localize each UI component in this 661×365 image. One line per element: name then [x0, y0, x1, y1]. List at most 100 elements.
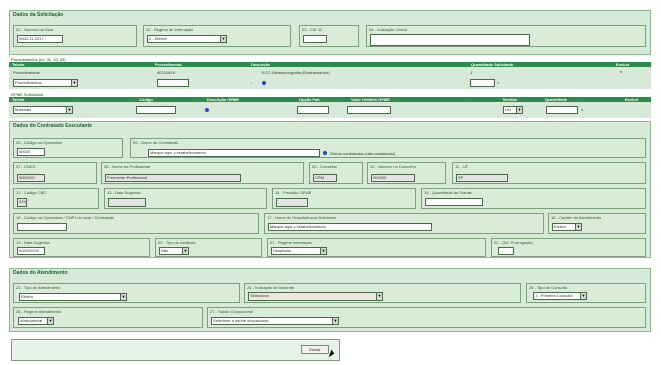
outros-contratados-label: Outros contratados (não cadastrado): [330, 151, 396, 156]
nome-contratado-input[interactable]: Marque aqui o estabelecimento: [148, 149, 320, 157]
nome-contratado-label: 06 - Nome do Contratado: [133, 140, 179, 145]
numero-guia-input[interactable]: 0000-11-2017: [17, 35, 63, 43]
opme-tabela-select[interactable]: Materiais ▼: [13, 106, 73, 114]
search-icon[interactable]: ⌕: [581, 107, 583, 112]
radio-icon[interactable]: [205, 108, 209, 112]
conselho-label: 09 - Conselho: [312, 164, 337, 169]
codigo-operadora-label: 05 - Código na Operadora: [16, 140, 63, 145]
footer-bar: [11, 339, 340, 361]
tipo-consulta-label: 25 - Tipo de Consulta: [529, 285, 568, 290]
opme-quantidade-input[interactable]: [546, 106, 578, 114]
opme-valor-input[interactable]: [347, 106, 391, 114]
cnpj-prestador-box: 16 - Código na Operadora / CNPJ do local…: [13, 213, 259, 234]
uf-label: 11 - UF: [455, 164, 469, 169]
solicitacao-title: Dados da Solicitação: [13, 12, 64, 18]
regime-internacao-select[interactable]: Hospitalar ▼: [271, 247, 327, 255]
cid-input[interactable]: [303, 35, 327, 43]
tipo-consulta-select[interactable]: 1 - Primeira Consulta ▼: [533, 292, 587, 300]
cnes-box: 07 - CNES 0000000: [13, 162, 97, 184]
qtd-diarias-label: 15 - Quantidade de Diárias: [424, 190, 472, 195]
contratado-title: Dados do Contratado Executante: [13, 123, 92, 129]
opme-codigo-input[interactable]: [136, 106, 176, 114]
data-sugerida-int-label: 19 - Data Sugerida: [16, 240, 50, 245]
data-sugerida-int-box: 19 - Data Sugerida 00/00/0000: [13, 238, 150, 257]
regime-internacao-box: 21 - Regime Internação Hospitalar ▼: [267, 238, 486, 257]
chevron-down-icon: ▼: [182, 248, 188, 254]
indicacao-acidente-select[interactable]: Selecionar ▼: [248, 292, 383, 301]
numero-conselho-label: 10 - Número no Conselho: [370, 164, 416, 169]
uf-input[interactable]: SP: [456, 174, 508, 182]
cbo-label: 12 - Código CBO: [16, 190, 47, 195]
cbo-box: 12 - Código CBO 225125: [13, 188, 99, 209]
codigo-operadora-box: 05 - Código na Operadora 00000: [13, 138, 123, 158]
chevron-down-icon: ▼: [120, 294, 126, 300]
delete-icon[interactable]: x: [620, 69, 622, 74]
regime-select[interactable]: 2 - Eletiva ▼: [147, 35, 227, 43]
conselho-input[interactable]: CRM: [313, 174, 337, 182]
qtd-prorrogacao-box: 22 - Qtd. Prorrogação: [491, 238, 646, 257]
indicacao-textarea[interactable]: [370, 34, 530, 46]
proc-new-tabela-select[interactable]: Procedimentos ▼: [13, 79, 78, 87]
tipo-acidente-select[interactable]: Não ▼: [159, 247, 189, 255]
proc-row-codigo: 40701819: [157, 70, 175, 75]
tipo-atendimento-box: 23 - Tipo de Atendimento Eletivo ▼: [13, 283, 240, 303]
cbo-input[interactable]: 225125: [17, 198, 27, 207]
saude-ocupacional-select[interactable]: Selecione a saúde ocupacional ▼: [211, 317, 339, 325]
chevron-down-icon: ▼: [66, 107, 72, 113]
previsao-opme-label: 14 - Previsão OPME: [275, 190, 312, 195]
procedimentos-body: [9, 67, 651, 89]
codigo-operadora-input[interactable]: 00000: [17, 148, 45, 156]
nome-contratado-box: 06 - Nome do Contratado Marque aqui o es…: [130, 138, 646, 158]
qtd-prorrogacao-input[interactable]: [498, 247, 514, 255]
regime-box: 02 - Regime de Internação 2 - Eletiva ▼: [143, 25, 291, 47]
chevron-down-icon: ▼: [575, 224, 581, 230]
data-sugerida-int-input[interactable]: 00/00/0000: [17, 247, 45, 255]
numero-conselho-input[interactable]: 000000: [371, 174, 415, 182]
radio-icon[interactable]: [262, 81, 266, 85]
indicacao-acidente-box: 24 - Indicação de Acidente Selecionar ▼: [244, 283, 521, 303]
nome-profissional-input[interactable]: Preencher Profissional: [105, 174, 241, 182]
chevron-down-icon: ▼: [376, 293, 382, 300]
data-sugerida-label: 13 - Data Sugerida: [107, 190, 141, 195]
proc-new-codigo-input[interactable]: [157, 79, 189, 87]
opme-opcao-input[interactable]: [297, 106, 329, 114]
opme-medida-select[interactable]: UN ▼: [503, 106, 523, 114]
uf-box: 11 - UF SP: [452, 162, 646, 184]
cnes-input[interactable]: 0000000: [17, 174, 45, 182]
chevron-down-icon: ▼: [580, 293, 586, 299]
cnpj-prestador-label: 16 - Código na Operadora / CNPJ do local…: [16, 215, 115, 220]
chevron-down-icon: ▼: [220, 36, 226, 42]
enviar-button[interactable]: Enviar: [301, 345, 329, 354]
search-icon[interactable]: ⌕: [497, 80, 499, 85]
cnes-label: 07 - CNES: [16, 164, 36, 169]
tipo-acidente-label: 20 - Tipo de Acidente: [158, 240, 196, 245]
proc-row-tabela: Procedimentos: [13, 70, 40, 75]
carater-box: 18 - Caráter do Atendimento Eletivo ▼: [548, 213, 646, 234]
proc-new-quantidade-input[interactable]: [470, 79, 495, 87]
carater-select[interactable]: Eletivo ▼: [552, 223, 582, 231]
nome-hospital-box: 17 - Nome do Hospital/Local Solicitado M…: [264, 213, 544, 234]
regime-atendimento-box: 26 - Regime Atendimento Ambulatorial ▼: [13, 307, 203, 328]
chevron-down-icon: ▼: [516, 107, 522, 113]
cid-box: 03 - CID 10: [299, 25, 359, 47]
proc-row-descricao: ECO Ultrassonografia (Ecotransdutor): [262, 70, 330, 75]
indicacao-label: 04 - Indicação Clínica: [369, 27, 408, 32]
tipo-atendimento-select[interactable]: Eletivo ▼: [19, 293, 127, 301]
regime-label: 02 - Regime de Internação: [146, 27, 194, 32]
search-icon[interactable]: ⌕: [250, 80, 252, 85]
qtd-diarias-box: 15 - Quantidade de Diárias: [421, 188, 646, 209]
nome-hospital-input[interactable]: Marque aqui o estabelecimento: [268, 223, 432, 231]
regime-atendimento-select[interactable]: Ambulatorial ▼: [18, 317, 54, 325]
radio-icon[interactable]: [323, 151, 327, 155]
regime-atendimento-label: 26 - Regime Atendimento: [16, 309, 62, 314]
qtd-diarias-input[interactable]: [425, 198, 483, 206]
tipo-consulta-box: 25 - Tipo de Consulta 1 - Primeira Consu…: [526, 283, 646, 303]
previsao-opme-input[interactable]: [276, 198, 308, 207]
qtd-prorrogacao-label: 22 - Qtd. Prorrogação: [494, 240, 533, 245]
cid-label: 03 - CID 10: [302, 27, 323, 32]
data-sugerida-input[interactable]: [108, 198, 146, 207]
cnpj-prestador-input[interactable]: [17, 223, 67, 231]
saude-ocupacional-box: 27 - Saúde Ocupacional Selecione a saúde…: [207, 307, 646, 328]
previsao-opme-box: 14 - Previsão OPME: [272, 188, 416, 209]
chevron-down-icon: ▼: [332, 318, 338, 324]
